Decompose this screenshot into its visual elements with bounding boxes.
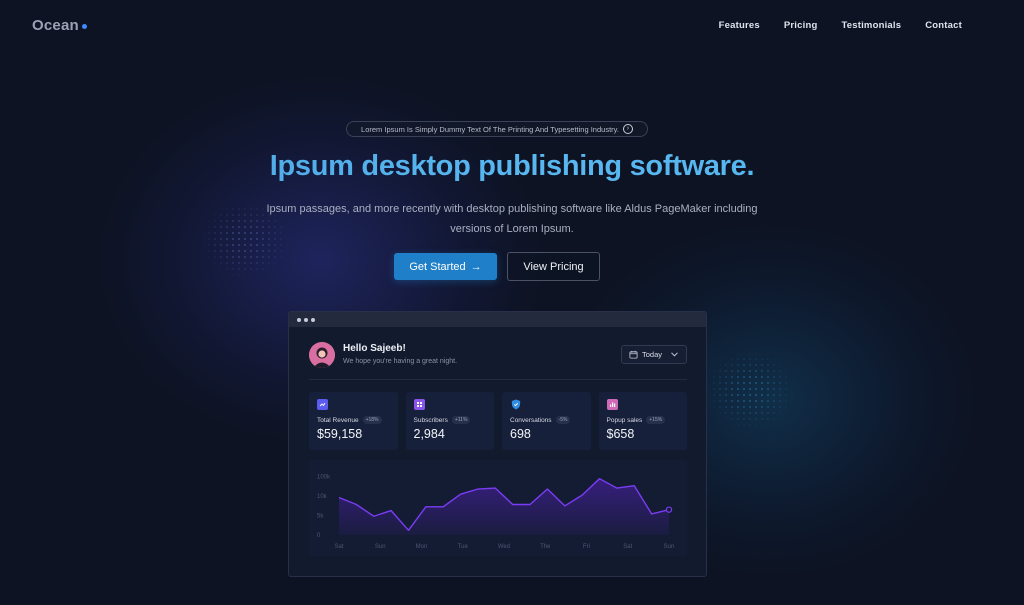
x-tick-label: Sun (664, 544, 675, 550)
stat-card-conversations[interactable]: Conversations -5% 698 (502, 392, 591, 450)
card-label: Total Revenue (317, 416, 359, 424)
get-started-label: Get Started (409, 260, 466, 273)
shield-icon (510, 399, 521, 410)
window-dot (304, 317, 308, 322)
top-nav: Ocean Features Pricing Testimonials Cont… (0, 0, 1024, 52)
revenue-chart: 100k 10k 5k 0 Sat Sun Mon Tue Wed The Fri Sat Sun (317, 474, 675, 550)
revenue-icon (317, 399, 328, 410)
hero-subtext: Ipsum passages, and more recently with d… (266, 203, 758, 235)
card-value: $59,158 (317, 427, 363, 441)
dashboard-header: Hello Sajeeb! We hope you're having a gr… (309, 342, 687, 380)
logo-dot (81, 24, 87, 29)
y-tick-label: 5k (317, 513, 324, 519)
avatar[interactable] (309, 342, 335, 368)
nav-link-contact[interactable]: Contact (925, 20, 962, 31)
x-tick-label: Sat (623, 544, 632, 550)
card-value: 2,984 (413, 427, 445, 441)
logo[interactable]: Ocean (32, 17, 87, 34)
chart-end-point (665, 506, 673, 513)
subscribers-icon (413, 399, 425, 410)
stat-card-popup-sales[interactable]: Popup sales +15% $658 (598, 392, 687, 450)
window-dot (297, 317, 301, 322)
hero-headline: Ipsum desktop publishing software. (0, 150, 1024, 183)
chevron-down-icon (671, 352, 678, 357)
stat-cards: Total Revenue +18% $59,158 Subscribers +… (309, 392, 687, 450)
announcement-pill[interactable]: Lorem Ipsum Is Simply Dummy Text Of The … (346, 121, 648, 137)
avatar-image (309, 342, 335, 368)
arrow-right-icon: → (470, 260, 482, 273)
card-value: $658 (606, 427, 635, 441)
calendar-icon (629, 350, 638, 359)
x-tick-label: Fri (583, 544, 590, 550)
dot-pattern-right (705, 350, 795, 430)
stat-card-total-revenue[interactable]: Total Revenue +18% $59,158 (309, 392, 398, 450)
chart-icon (606, 399, 618, 410)
card-label: Popup sales (606, 416, 643, 424)
card-badge: -5% (555, 416, 571, 424)
card-label: Conversations (510, 416, 552, 424)
window-dot (311, 317, 315, 322)
get-started-button[interactable]: Get Started → (394, 253, 497, 280)
announcement-text: Lorem Ipsum Is Simply Dummy Text Of The … (361, 124, 619, 134)
x-tick-label: Sat (334, 544, 343, 550)
revenue-chart-panel: 100k 10k 5k 0 Sat Sun Mon Tue Wed The Fri Sat Sun (309, 460, 687, 556)
x-tick-label: Sun (375, 544, 386, 550)
y-tick-label: 0 (317, 533, 321, 539)
view-pricing-label: View Pricing (523, 260, 584, 273)
greeting-title: Hello Sajeeb! (343, 343, 406, 354)
x-tick-label: The (540, 544, 551, 550)
logo-text: Ocean (32, 17, 79, 34)
stat-card-subscribers[interactable]: Subscribers +11% 2,984 (405, 392, 494, 450)
card-badge: +18% (362, 416, 382, 424)
card-label: Subscribers (413, 416, 448, 424)
nav-link-testimonials[interactable]: Testimonials (841, 20, 901, 31)
nav-links: Features Pricing Testimonials Contact (719, 20, 962, 31)
view-pricing-button[interactable]: View Pricing (507, 252, 600, 281)
window-titlebar (289, 312, 706, 327)
greeting-subtitle: We hope you're having a great night. (343, 358, 458, 365)
card-badge: +11% (451, 416, 471, 424)
nav-link-pricing[interactable]: Pricing (784, 20, 818, 31)
x-tick-label: Mon (416, 544, 428, 550)
x-tick-label: Wed (498, 544, 510, 550)
date-filter-label: Today (642, 350, 663, 359)
nav-link-features[interactable]: Features (719, 20, 760, 31)
card-badge: +15% (646, 416, 666, 424)
arrow-circle-icon: › (622, 124, 633, 134)
date-filter-dropdown[interactable]: Today (621, 345, 687, 364)
card-value: 698 (510, 427, 531, 441)
y-tick-label: 100k (317, 474, 331, 480)
dashboard-window: Hello Sajeeb! We hope you're having a gr… (288, 311, 707, 577)
x-tick-label: Tue (458, 544, 469, 550)
y-tick-label: 10k (317, 494, 328, 500)
